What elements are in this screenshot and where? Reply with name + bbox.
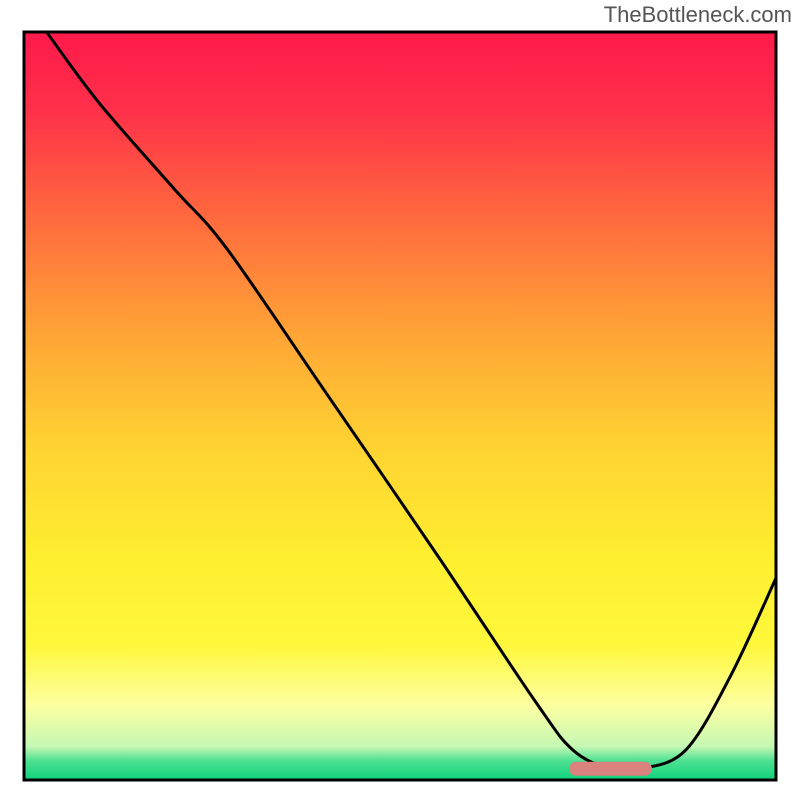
plot-background — [24, 32, 776, 780]
optimal-range-marker — [569, 762, 652, 776]
bottleneck-chart — [0, 0, 800, 800]
watermark-text: TheBottleneck.com — [604, 2, 792, 28]
